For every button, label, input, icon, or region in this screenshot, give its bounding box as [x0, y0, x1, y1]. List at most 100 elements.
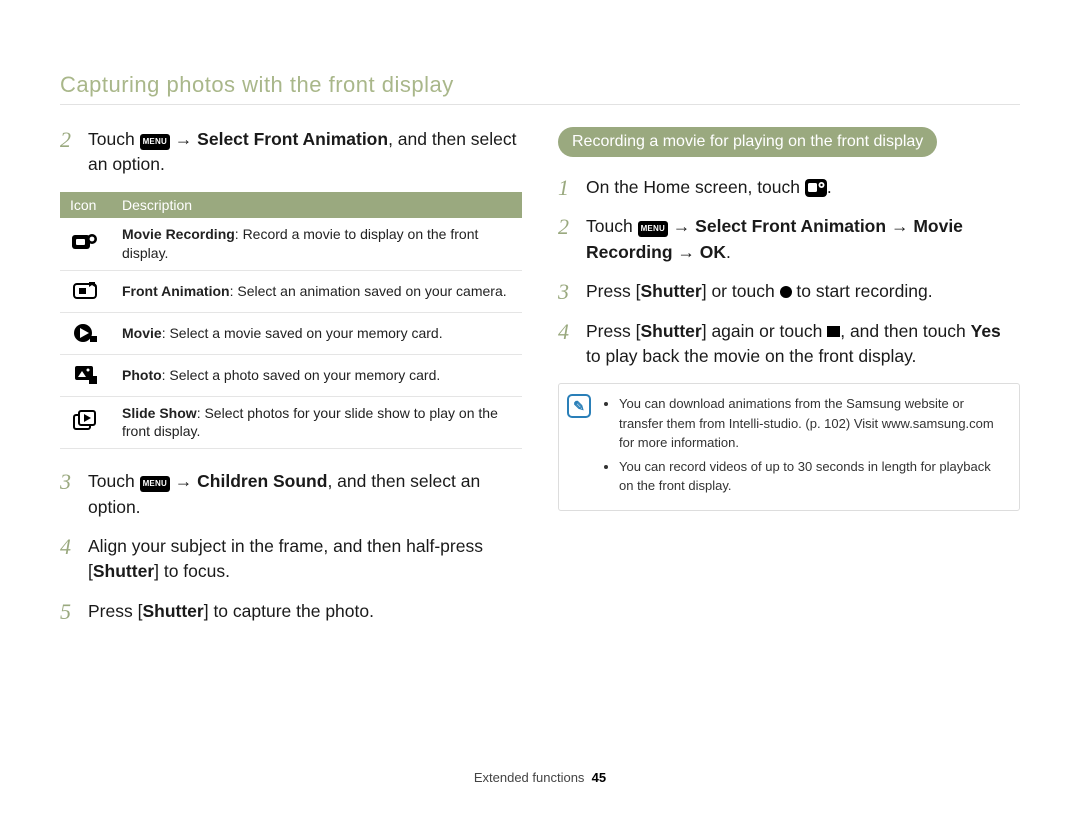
note-item: You can download animations from the Sam…: [619, 394, 1005, 453]
step-body: Align your subject in the frame, and the…: [88, 534, 522, 585]
menu-chip-icon: MENU: [140, 476, 170, 492]
text: .: [827, 177, 832, 197]
term: Movie Recording: [122, 226, 235, 242]
text: Touch: [88, 471, 140, 491]
row-desc: Slide Show: Select photos for your slide…: [112, 396, 522, 449]
row-icon: [60, 218, 112, 270]
footer-label: Extended functions: [474, 770, 585, 785]
note-icon: ✎: [567, 394, 591, 418]
text: Press [: [586, 321, 640, 341]
footer-page-number: 45: [592, 770, 606, 785]
term: Front Animation: [122, 283, 230, 299]
row-icon: [60, 312, 112, 354]
right-step-2: 2 Touch MENU → Select Front Animation → …: [558, 214, 1020, 265]
note-item: You can record videos of up to 30 second…: [619, 457, 1005, 496]
text: to play back the movie on the front disp…: [586, 346, 916, 366]
bold-label: Shutter: [640, 281, 701, 301]
term: Photo: [122, 367, 162, 383]
section-heading-pill: Recording a movie for playing on the fro…: [558, 127, 937, 157]
right-step-4: 4 Press [Shutter] again or touch , and t…: [558, 319, 1020, 370]
left-step-4: 4 Align your subject in the frame, and t…: [60, 534, 522, 585]
term: Movie: [122, 325, 162, 341]
left-column: 2 Touch MENU → Select Front Animation, a…: [60, 127, 522, 760]
step-number: 3: [60, 469, 78, 520]
photo-icon: [74, 365, 98, 385]
text: Press [: [88, 601, 142, 621]
front-animation-icon: [72, 281, 100, 301]
table-row: Front Animation: Select an animation sav…: [60, 270, 522, 312]
step-number: 3: [558, 279, 576, 304]
step-body: On the Home screen, touch .: [586, 175, 832, 200]
bold-label: Shutter: [142, 601, 203, 621]
step-number: 4: [558, 319, 576, 370]
row-icon: [60, 270, 112, 312]
menu-chip-icon: MENU: [638, 221, 668, 237]
table-row: Slide Show: Select photos for your slide…: [60, 396, 522, 449]
text: Press [: [586, 281, 640, 301]
row-desc: Front Animation: Select an animation sav…: [112, 270, 522, 312]
menu-chip-icon: MENU: [140, 134, 170, 150]
text: ] to capture the photo.: [204, 601, 374, 621]
text: On the Home screen, touch: [586, 177, 805, 197]
desc: : Select an animation saved on your came…: [230, 283, 507, 299]
step-number: 4: [60, 534, 78, 585]
left-step-5: 5 Press [Shutter] to capture the photo.: [60, 599, 522, 624]
right-step-3: 3 Press [Shutter] or touch to start reco…: [558, 279, 1020, 304]
note-box: ✎ You can download animations from the S…: [558, 383, 1020, 511]
text: ] again or touch: [702, 321, 828, 341]
bold-label: Yes: [971, 321, 1001, 341]
bold-label: Shutter: [640, 321, 701, 341]
row-icon: [60, 396, 112, 449]
step-number: 2: [60, 127, 78, 178]
row-desc: Movie Recording: Record a movie to displ…: [112, 218, 522, 270]
bold-label: Shutter: [93, 561, 154, 581]
table-row: Movie: Select a movie saved on your memo…: [60, 312, 522, 354]
desc: : Select a movie saved on your memory ca…: [162, 325, 443, 341]
text: Touch: [88, 129, 140, 149]
arrow: →: [175, 471, 197, 491]
movie-icon: [73, 323, 99, 343]
arrow: →: [673, 216, 695, 236]
term: Slide Show: [122, 405, 197, 421]
row-icon: [60, 354, 112, 396]
bold-label: Select Front Animation: [695, 216, 886, 236]
record-dot-icon: [780, 286, 792, 298]
stop-square-icon: [827, 326, 840, 337]
step-body: Press [Shutter] to capture the photo.: [88, 599, 374, 624]
text: .: [726, 242, 731, 262]
table-row: Photo: Select a photo saved on your memo…: [60, 354, 522, 396]
right-step-1: 1 On the Home screen, touch .: [558, 175, 1020, 200]
desc: : Select a photo saved on your memory ca…: [162, 367, 441, 383]
table-row: Movie Recording: Record a movie to displ…: [60, 218, 522, 270]
text: ] to focus.: [154, 561, 230, 581]
bold-label: Children Sound: [197, 471, 327, 491]
right-column: Recording a movie for playing on the fro…: [558, 127, 1020, 760]
step-body: Touch MENU → Select Front Animation → Mo…: [586, 214, 1020, 265]
ok-label: OK: [700, 242, 726, 262]
arrow: →: [673, 242, 700, 262]
divider: [60, 104, 1020, 105]
footer: Extended functions 45: [60, 760, 1020, 785]
step-number: 5: [60, 599, 78, 624]
th-icon: Icon: [60, 192, 112, 218]
slideshow-icon: [73, 410, 99, 432]
icon-description-table: Icon Description Movie Recording: Record…: [60, 192, 522, 450]
step-number: 1: [558, 175, 576, 200]
movie-recording-icon: [72, 233, 100, 253]
arrow: →: [175, 129, 197, 149]
arrow: →: [886, 216, 913, 236]
step-body: Press [Shutter] or touch to start record…: [586, 279, 933, 304]
row-desc: Photo: Select a photo saved on your memo…: [112, 354, 522, 396]
text: Touch: [586, 216, 638, 236]
th-description: Description: [112, 192, 522, 218]
step-body: Touch MENU → Children Sound, and then se…: [88, 469, 522, 520]
left-step-3: 3 Touch MENU → Children Sound, and then …: [60, 469, 522, 520]
step-body: Touch MENU → Select Front Animation, and…: [88, 127, 522, 178]
step-body: Press [Shutter] again or touch , and the…: [586, 319, 1020, 370]
left-step-2: 2 Touch MENU → Select Front Animation, a…: [60, 127, 522, 178]
text: ] or touch: [702, 281, 780, 301]
row-desc: Movie: Select a movie saved on your memo…: [112, 312, 522, 354]
home-mode-icon: [805, 179, 827, 197]
page-title: Capturing photos with the front display: [60, 72, 1020, 98]
text: , and then touch: [840, 321, 970, 341]
